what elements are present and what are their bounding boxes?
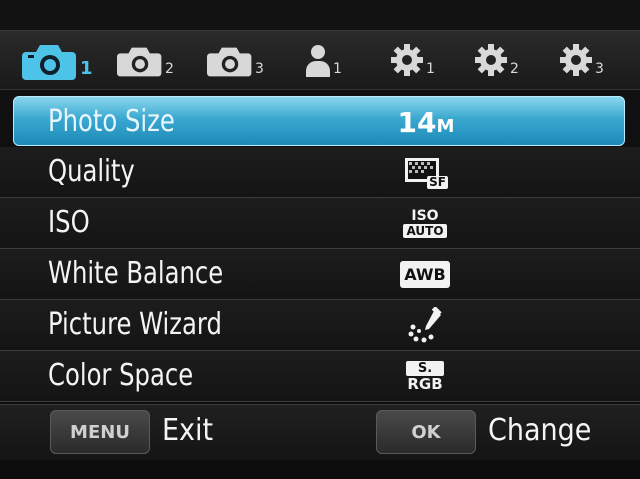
- color-space-srgb-icon: S. RGB: [405, 360, 445, 393]
- footer-bar: MENU Exit OK Change: [0, 404, 640, 460]
- person-icon: [306, 45, 330, 77]
- menu-item-label: Quality: [48, 154, 135, 189]
- menu-item-value: 14M: [376, 97, 476, 147]
- awb-icon: AWB: [400, 260, 450, 288]
- picture-wizard-icon: [408, 307, 442, 343]
- iso-top-text: ISO: [411, 207, 439, 224]
- tab-shooting-2[interactable]: 2: [117, 31, 174, 89]
- menu-button[interactable]: MENU: [50, 410, 150, 454]
- menu-item-value: [375, 300, 475, 350]
- iso-auto-badge: AUTO: [403, 223, 447, 238]
- menu-item-label: Photo Size: [48, 104, 175, 139]
- tab-index: 2: [510, 61, 519, 77]
- gear-icon: [475, 44, 507, 76]
- quality-superfine-icon: SF: [402, 155, 448, 189]
- gear-icon: [560, 44, 592, 76]
- menu-item-label: Picture Wizard: [48, 307, 222, 342]
- camera-icon: [22, 45, 76, 80]
- tab-shooting-1[interactable]: 1: [22, 31, 93, 89]
- menu-item-quality[interactable]: Quality SF: [0, 147, 640, 198]
- color-space-bottom-text: RGB: [407, 374, 443, 393]
- tab-index: 3: [255, 61, 264, 77]
- tab-index: 3: [595, 61, 604, 77]
- tab-setup-2[interactable]: 2: [474, 31, 519, 89]
- photo-size-unit: M: [436, 115, 455, 137]
- menu-item-picture-wizard[interactable]: Picture Wizard: [0, 300, 640, 351]
- menu-item-iso[interactable]: ISO ISO AUTO: [0, 198, 640, 249]
- tab-setup-3[interactable]: 3: [559, 31, 604, 89]
- tab-setup-1[interactable]: 1: [390, 31, 435, 89]
- menu-item-color-space[interactable]: Color Space S. RGB: [0, 351, 640, 402]
- tab-index: 1: [80, 57, 93, 79]
- menu-item-value: SF: [375, 147, 475, 197]
- iso-auto-icon: ISO AUTO: [403, 207, 447, 238]
- tab-index: 1: [333, 61, 342, 77]
- menu-item-label: Color Space: [48, 358, 194, 393]
- quality-badge: SF: [427, 175, 448, 189]
- menu-item-value: AWB: [375, 249, 475, 299]
- tab-index: 2: [165, 61, 174, 77]
- tab-shooting-3[interactable]: 3: [207, 31, 264, 89]
- color-space-top-text: S.: [405, 360, 445, 376]
- camera-icon: [207, 47, 252, 77]
- menu-item-value: ISO AUTO: [375, 198, 475, 248]
- tab-bar: 1 2 3 1 1 2 3: [0, 30, 640, 90]
- exit-label: Exit: [162, 413, 214, 448]
- ok-button[interactable]: OK: [376, 410, 476, 454]
- tab-index: 1: [426, 61, 435, 77]
- tab-custom-1[interactable]: 1: [305, 31, 342, 89]
- gear-icon: [391, 44, 423, 76]
- menu-item-value: S. RGB: [375, 351, 475, 401]
- camera-menu-screen: 1 2 3 1 1 2 3 Photo Size 14M Quality SF …: [0, 0, 640, 479]
- menu-item-label: White Balance: [48, 256, 224, 291]
- photo-size-value: 14: [397, 105, 437, 139]
- camera-icon: [117, 47, 162, 77]
- menu-item-photo-size[interactable]: Photo Size 14M: [13, 96, 625, 146]
- change-label: Change: [488, 413, 592, 448]
- menu-item-label: ISO: [48, 205, 90, 240]
- menu-item-white-balance[interactable]: White Balance AWB: [0, 249, 640, 300]
